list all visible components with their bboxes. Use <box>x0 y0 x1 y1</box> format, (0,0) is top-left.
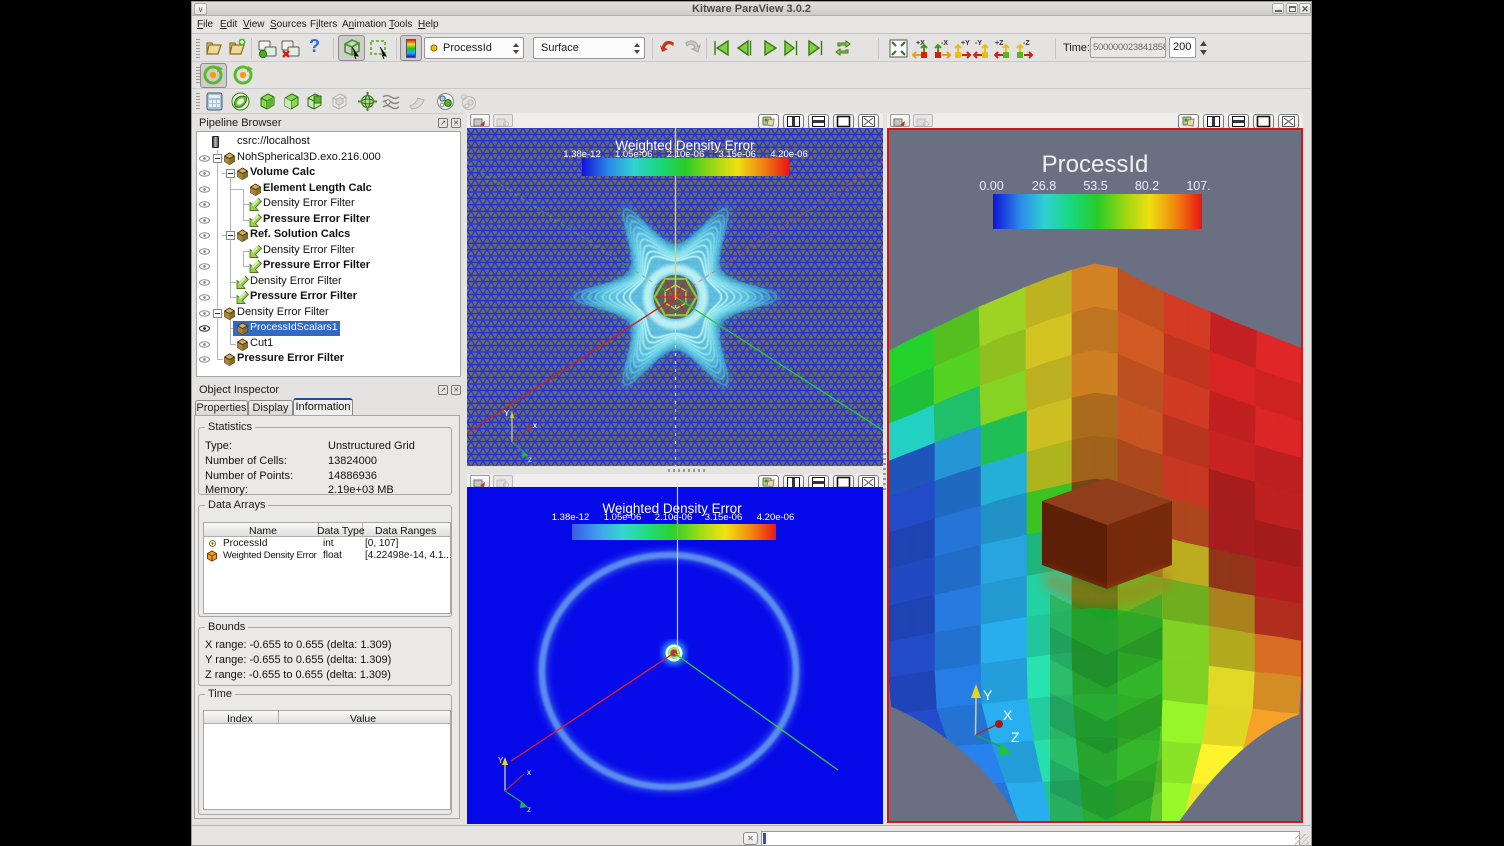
svg-text:ProcessId: ProcessId <box>1042 151 1149 178</box>
svg-text:-Y: -Y <box>975 40 982 47</box>
svg-text:1.38e-12: 1.38e-12 <box>552 512 590 523</box>
svg-text:z: z <box>528 455 532 464</box>
svg-text:Y: Y <box>498 756 504 765</box>
svg-text:x: x <box>527 768 531 777</box>
svg-text:Y: Y <box>504 409 510 418</box>
svg-text:z: z <box>527 805 531 814</box>
svg-text:x: x <box>533 421 537 430</box>
svg-text:-Z: -Z <box>1023 40 1030 47</box>
svg-text:3.15e-06: 3.15e-06 <box>705 512 743 523</box>
svg-text:+Z: +Z <box>995 40 1004 47</box>
svg-text:0.00: 0.00 <box>979 179 1003 193</box>
svg-text:X: X <box>1003 707 1013 723</box>
svg-text:+Y: +Y <box>961 40 970 47</box>
svg-text:2.10e-06: 2.10e-06 <box>655 512 693 523</box>
svg-text:107.: 107. <box>1186 179 1210 193</box>
svg-text:53.5: 53.5 <box>1083 179 1107 193</box>
svg-text:Z: Z <box>1011 729 1020 745</box>
svg-text:26.8: 26.8 <box>1032 179 1056 193</box>
svg-text:1.05e-06: 1.05e-06 <box>604 512 642 523</box>
svg-text:4.20e-06: 4.20e-06 <box>757 512 795 523</box>
svg-text:-X: -X <box>941 40 948 47</box>
svg-text:80.2: 80.2 <box>1135 179 1159 193</box>
svg-text:Y: Y <box>983 687 993 703</box>
